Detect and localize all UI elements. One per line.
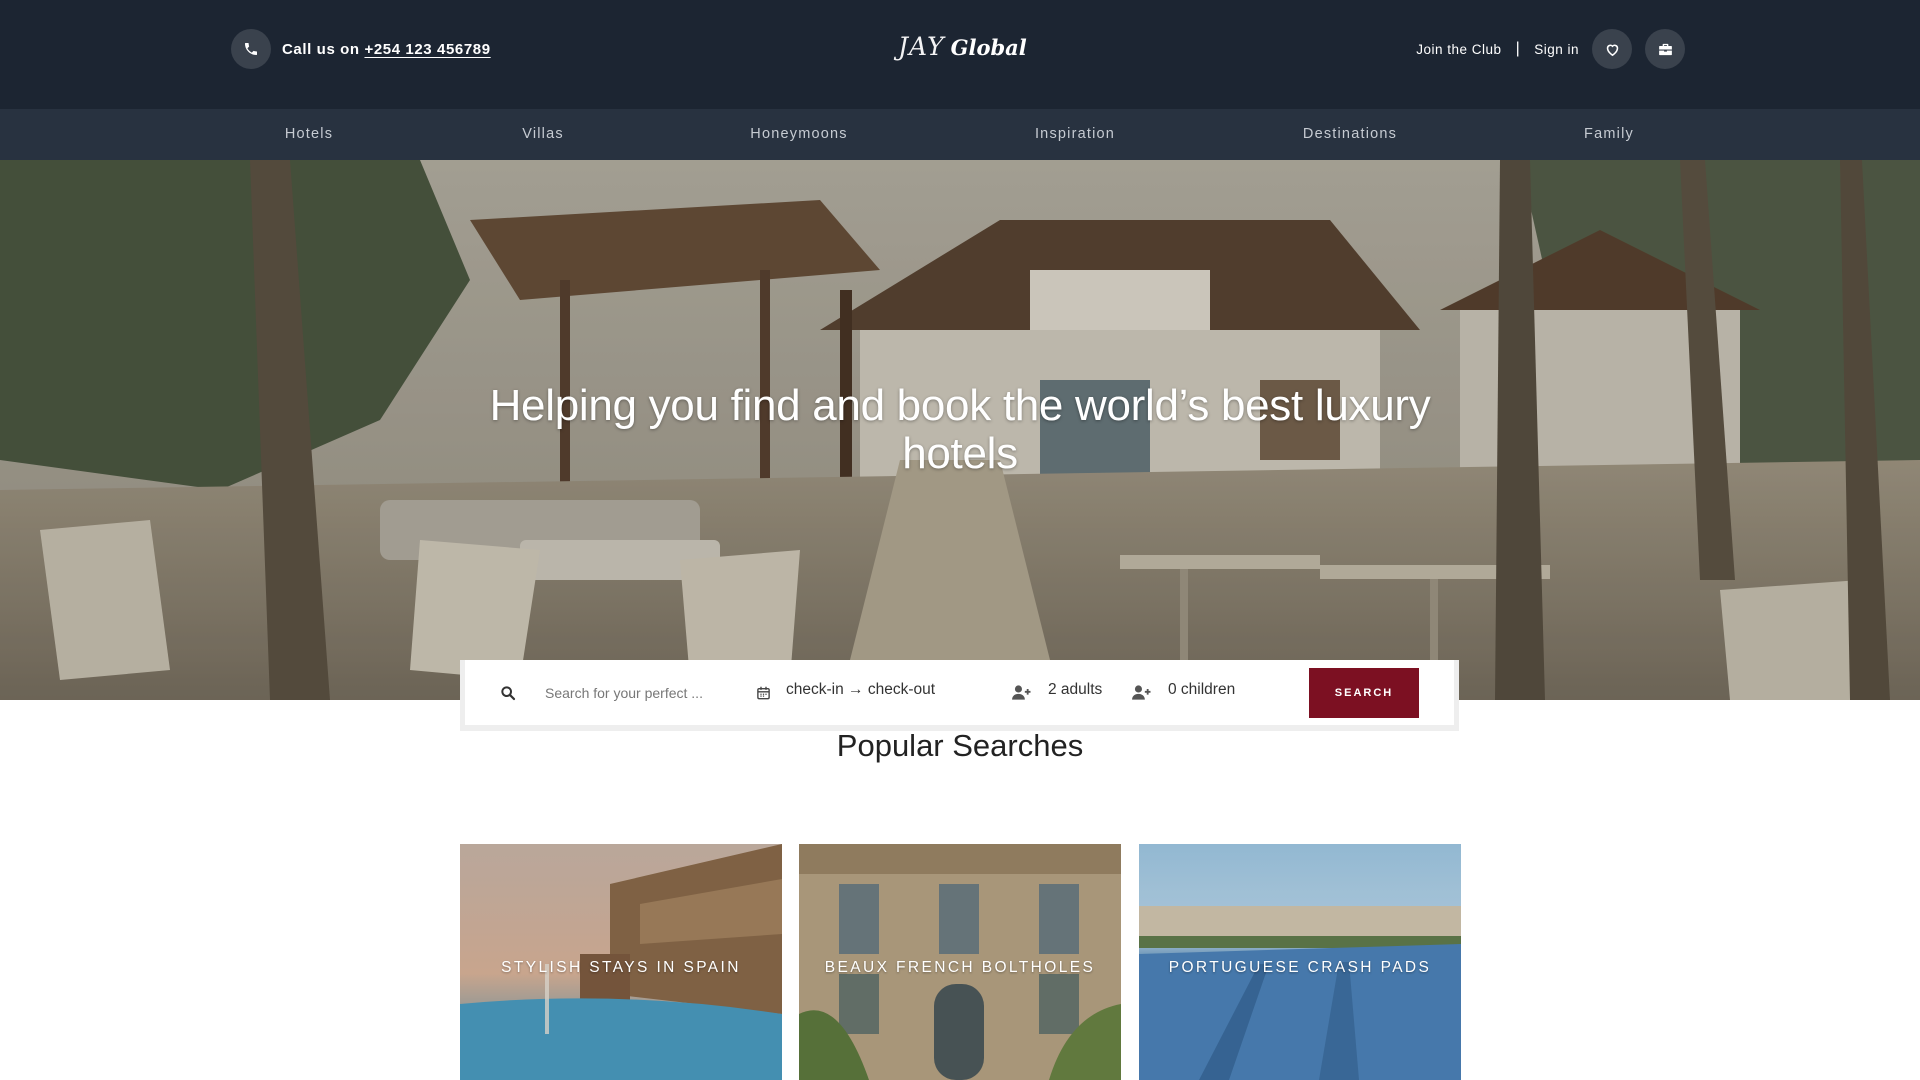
nav-item-hotels[interactable]: Hotels [285,109,333,160]
card-label: PORTUGUESE CRASH PADS [1168,959,1432,976]
nav-item-villas[interactable]: Villas [522,109,564,160]
search-bar: check-in → check-out 2 adults 0 children… [465,660,1454,725]
main-nav: Hotels Villas Honeymoons Inspiration Des… [0,109,1920,160]
nav-item-destinations[interactable]: Destinations [1303,109,1397,160]
card-label: BEAUX FRENCH BOLTHOLES [824,959,1096,976]
nav-item-honeymoons[interactable]: Honeymoons [750,109,847,160]
card-label: STYLISH STAYS IN SPAIN [501,959,741,976]
children-field[interactable]: 0 children [1168,681,1235,699]
add-child-icon [1131,684,1153,706]
hero-banner: Helping you find and book the world’s be… [0,160,1920,700]
adults-field[interactable]: 2 adults [1048,681,1102,699]
sign-in-link[interactable]: Sign in [1534,42,1579,57]
call-us: Call us on +254 123 456789 [231,29,491,69]
nav-item-inspiration[interactable]: Inspiration [1035,109,1115,160]
nav-item-family[interactable]: Family [1584,109,1634,160]
logo-wordmark: Global [950,35,1027,60]
phone-number-link[interactable]: +254 123 456789 [364,41,490,58]
popular-card-spain[interactable]: STYLISH STAYS IN SPAIN [460,844,782,1080]
call-label: Call us on +254 123 456789 [282,41,491,58]
search-panel: check-in → check-out 2 adults 0 children… [460,660,1459,731]
top-header: Call us on +254 123 456789 JAY Global Jo… [0,0,1920,109]
calendar-icon [756,685,771,706]
add-adult-icon [1011,684,1033,706]
join-club-link[interactable]: Join the Club [1416,42,1501,57]
date-range-field[interactable]: check-in → check-out [786,681,935,699]
logo-script: JAY [898,32,945,61]
search-input[interactable] [545,680,720,706]
link-divider: | [1515,40,1521,57]
briefcase-icon[interactable] [1645,29,1685,69]
popular-card-france[interactable]: BEAUX FRENCH BOLTHOLES [799,844,1121,1080]
call-prefix: Call us on [282,40,360,58]
phone-icon[interactable] [231,29,271,69]
hero-title: Helping you find and book the world’s be… [489,381,1431,478]
heart-icon[interactable] [1592,29,1632,69]
popular-searches-title: Popular Searches [836,728,1084,763]
site-logo[interactable]: JAY Global [898,32,1027,72]
search-button[interactable]: SEARCH [1309,668,1419,718]
popular-card-portugal[interactable]: PORTUGUESE CRASH PADS [1139,844,1461,1080]
search-icon [500,685,516,706]
user-links: Join the Club | Sign in [1416,29,1685,69]
